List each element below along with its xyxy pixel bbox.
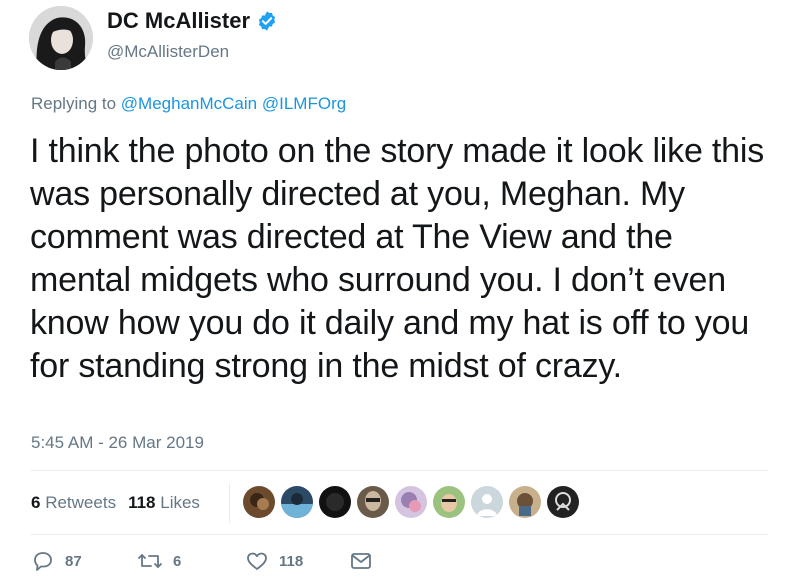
- likes-stat[interactable]: 118 Likes: [128, 493, 200, 513]
- liker-avatar-3[interactable]: [319, 486, 351, 518]
- reply-button[interactable]: 87: [31, 549, 82, 573]
- liker-avatars: [243, 486, 579, 518]
- reply-count: 87: [65, 552, 82, 570]
- likes-count: 118: [128, 493, 156, 512]
- heart-icon: [247, 552, 267, 570]
- display-name-text: DC McAllister: [107, 8, 251, 33]
- like-count: 118: [279, 552, 304, 570]
- envelope-icon: [351, 553, 371, 569]
- replying-to-label: Replying to: [31, 94, 117, 113]
- user-handle[interactable]: @McAllisterDen: [107, 42, 229, 62]
- author-avatar[interactable]: [29, 6, 93, 70]
- engagement-stats: 6 Retweets 118 Likes: [31, 493, 200, 513]
- liker-avatar-4[interactable]: [357, 486, 389, 518]
- stats-separator: [229, 483, 230, 523]
- mention-link[interactable]: @ILMFOrg: [262, 94, 346, 113]
- replying-to: Replying to @MeghanMcCain @ILMFOrg: [31, 94, 346, 114]
- action-bar: 87 6 118: [31, 549, 431, 579]
- liker-avatar-2[interactable]: [281, 486, 313, 518]
- direct-message-button[interactable]: [349, 549, 383, 573]
- likes-label: Likes: [160, 493, 200, 512]
- liker-avatar-default[interactable]: [471, 486, 503, 518]
- mention-link[interactable]: @MeghanMcCain: [121, 94, 257, 113]
- retweets-count: 6: [31, 493, 41, 512]
- divider: [31, 470, 768, 471]
- retweets-stat[interactable]: 6 Retweets: [31, 493, 116, 513]
- retweet-count: 6: [173, 552, 182, 570]
- liker-avatar-5[interactable]: [395, 486, 427, 518]
- display-name[interactable]: DC McAllister: [107, 8, 278, 34]
- liker-avatar-8[interactable]: [509, 486, 541, 518]
- divider: [31, 534, 768, 535]
- liker-avatar-6[interactable]: [433, 486, 465, 518]
- retweet-button[interactable]: 6: [137, 549, 181, 573]
- liker-avatar-9[interactable]: [547, 486, 579, 518]
- retweets-label: Retweets: [45, 493, 117, 512]
- tweet-timestamp[interactable]: 5:45 AM - 26 Mar 2019: [31, 433, 204, 453]
- like-button[interactable]: 118: [245, 549, 303, 573]
- reply-icon: [34, 552, 52, 571]
- tweet-text: I think the photo on the story made it l…: [30, 132, 765, 385]
- verified-badge-icon: [256, 10, 278, 32]
- retweet-icon: [138, 554, 162, 568]
- liker-avatar-1[interactable]: [243, 486, 275, 518]
